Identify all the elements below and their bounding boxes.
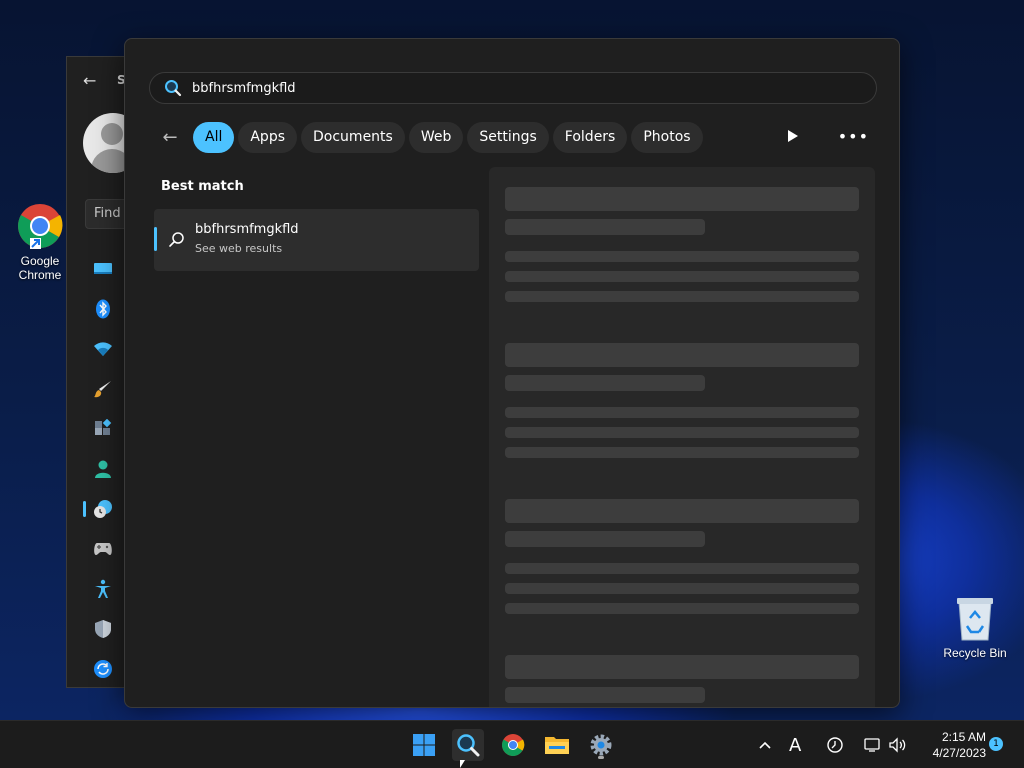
back-arrow-icon[interactable]: ← xyxy=(155,127,185,148)
best-match-item[interactable]: bbfhrsmfmgkfld See web results xyxy=(154,209,479,271)
settings-icon[interactable] xyxy=(585,729,617,761)
best-match-subtitle: See web results xyxy=(195,242,283,255)
mouse-cursor-icon xyxy=(460,760,465,768)
apps-icon[interactable] xyxy=(93,419,113,439)
file-explorer-icon[interactable] xyxy=(541,729,573,761)
running-indicator xyxy=(598,756,604,759)
back-arrow-icon[interactable]: ← xyxy=(83,71,96,90)
activity-icon[interactable] xyxy=(826,721,844,768)
more-options-icon[interactable]: ••• xyxy=(838,127,869,146)
best-match-name: bbfhrsmfmgkfld xyxy=(195,222,299,237)
search-flyout: ← All Apps Documents Web Settings Folder… xyxy=(124,38,900,708)
volume-icon[interactable] xyxy=(888,721,908,768)
privacy-security-icon[interactable] xyxy=(93,619,113,639)
filter-chip-folders[interactable]: Folders xyxy=(552,121,628,153)
recycle-bin-icon xyxy=(957,598,993,641)
best-match-heading: Best match xyxy=(161,179,244,194)
notification-badge[interactable]: 1 xyxy=(989,737,1003,751)
filter-chip-photos[interactable]: Photos xyxy=(631,121,703,153)
gaming-icon[interactable] xyxy=(93,539,113,559)
filter-bar: ← All Apps Documents Web Settings Folder… xyxy=(155,121,707,153)
wifi-icon[interactable] xyxy=(93,339,113,359)
preview-pane-loading xyxy=(489,167,875,707)
active-nav-indicator xyxy=(83,501,86,517)
bluetooth-icon[interactable] xyxy=(93,299,113,319)
filter-chip-documents[interactable]: Documents xyxy=(301,121,405,153)
personalization-icon[interactable] xyxy=(93,379,113,399)
search-icon xyxy=(164,79,182,97)
web-search-icon xyxy=(168,231,186,249)
clock-date: 4/27/2023 xyxy=(932,746,986,760)
system-icon[interactable] xyxy=(93,259,113,279)
clock-time: 2:15 AM xyxy=(941,730,986,744)
chrome-icon xyxy=(18,204,63,249)
selection-indicator xyxy=(154,227,157,251)
search-input[interactable] xyxy=(192,80,852,96)
accessibility-icon[interactable] xyxy=(93,579,113,599)
filter-actions: ••• xyxy=(782,125,869,147)
taskbar: A 2:15 AM 4/27/2023 xyxy=(0,720,1024,768)
windows-update-icon[interactable] xyxy=(93,659,113,679)
play-icon[interactable] xyxy=(782,125,804,147)
network-icon[interactable] xyxy=(863,721,881,768)
search-icon[interactable] xyxy=(452,729,484,761)
accounts-icon[interactable] xyxy=(93,459,113,479)
desktop-icon-label: Recycle Bin xyxy=(943,646,1007,660)
chevron-up-icon[interactable] xyxy=(758,721,772,768)
filter-chip-settings[interactable]: Settings xyxy=(467,121,549,153)
start-icon[interactable] xyxy=(408,729,440,761)
clock[interactable]: 2:15 AM 4/27/2023 xyxy=(914,729,986,761)
filter-chip-web[interactable]: Web xyxy=(408,121,464,153)
filter-chip-all[interactable]: All xyxy=(193,121,235,153)
time-language-icon[interactable] xyxy=(93,499,113,519)
input-indicator-icon[interactable]: A xyxy=(789,721,801,768)
filter-chip-apps[interactable]: Apps xyxy=(238,121,298,153)
chrome-icon[interactable] xyxy=(497,729,529,761)
desktop-icon-recycle-bin[interactable]: Recycle Bin xyxy=(935,596,1015,660)
search-box[interactable] xyxy=(149,72,877,104)
